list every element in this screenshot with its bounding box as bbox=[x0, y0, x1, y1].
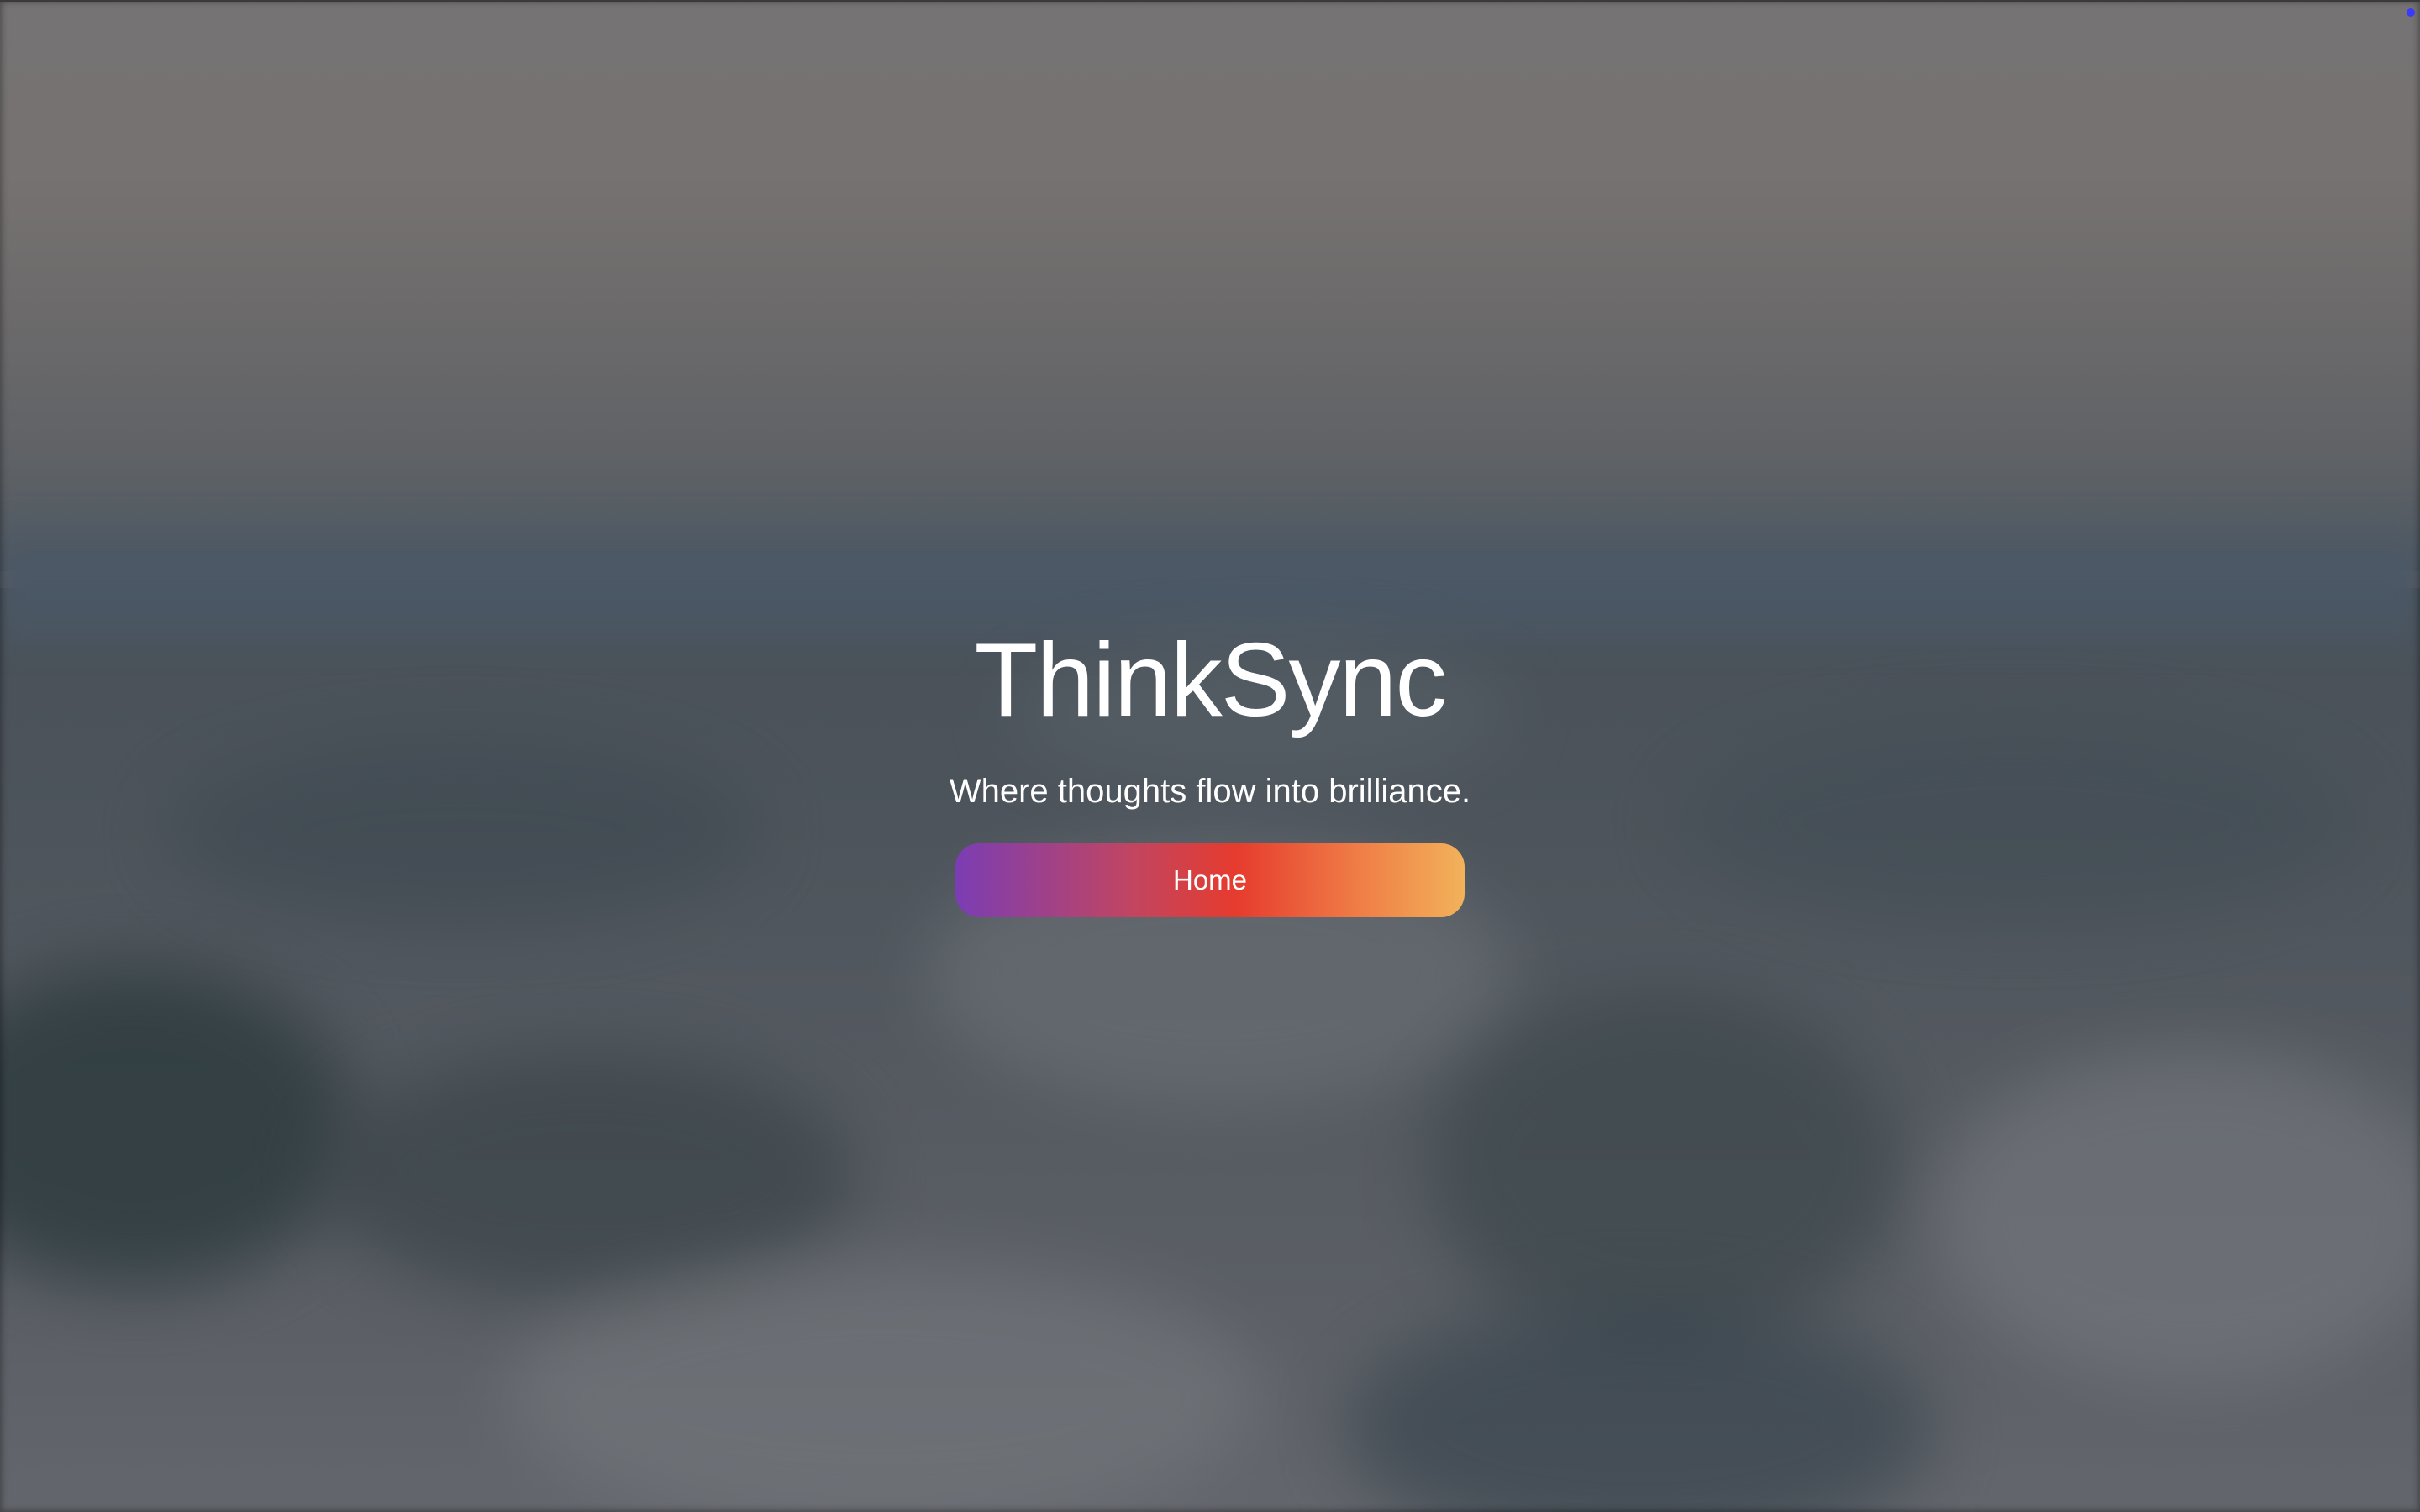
hero-section: ThinkSync Where thoughts flow into brill… bbox=[0, 605, 2420, 917]
tagline: Where thoughts flow into brilliance. bbox=[949, 773, 1471, 810]
landing-page: ThinkSync Where thoughts flow into brill… bbox=[0, 0, 2420, 1512]
status-dot-icon bbox=[2407, 8, 2415, 17]
page-title: ThinkSync bbox=[974, 622, 1448, 738]
window-top-edge bbox=[0, 0, 2420, 2]
home-button[interactable]: Home bbox=[955, 843, 1465, 917]
